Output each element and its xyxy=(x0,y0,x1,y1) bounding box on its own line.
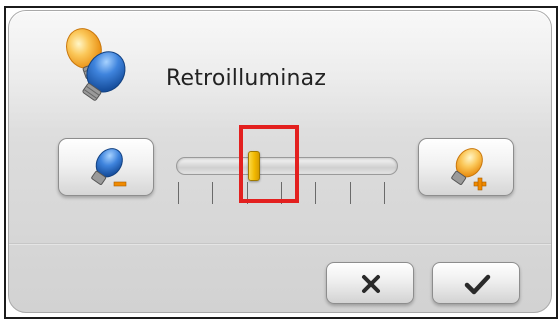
footer-divider xyxy=(9,243,551,245)
checkmark-icon xyxy=(464,274,491,295)
dim-bulb-minus-icon xyxy=(91,148,127,187)
decrease-backlight-button[interactable] xyxy=(58,138,154,196)
bright-bulb-plus-icon xyxy=(451,148,487,191)
cancel-button[interactable] xyxy=(326,262,414,304)
lightbulb-pair-icon xyxy=(58,24,130,102)
confirm-button[interactable] xyxy=(432,262,520,304)
slider-tick xyxy=(350,182,351,204)
slider-tick xyxy=(315,182,316,204)
close-x-icon xyxy=(362,275,380,293)
dialog-title: Retroilluminaz xyxy=(166,66,327,91)
increase-backlight-button[interactable] xyxy=(418,138,514,196)
slider-tick xyxy=(178,182,179,204)
slider-tick xyxy=(212,182,213,204)
thumb-highlight-box xyxy=(239,125,299,203)
slider-tick xyxy=(384,182,385,204)
